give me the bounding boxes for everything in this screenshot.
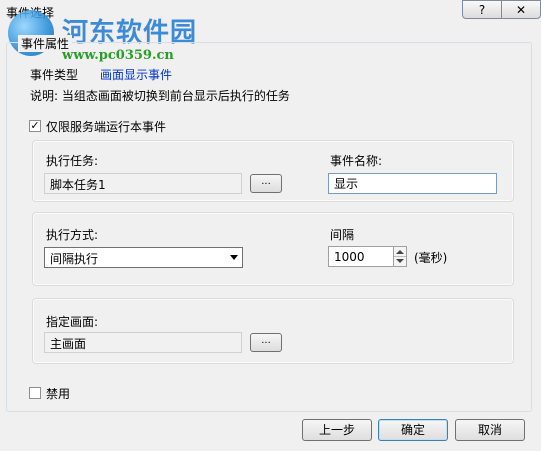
task-browse-button[interactable]: ...	[250, 174, 282, 193]
event-type-value: 画面显示事件	[100, 68, 173, 82]
close-icon: ✕	[515, 2, 527, 17]
group-title: 事件属性	[18, 35, 73, 52]
task-field: 脚本任务1	[44, 173, 242, 194]
interval-spinner[interactable]	[393, 246, 407, 267]
title-bar: 事件选择 ? ✕	[0, 0, 541, 24]
screen-label: 指定画面:	[46, 315, 99, 329]
mode-selected-value: 间隔执行	[50, 252, 99, 266]
disable-label: 禁用	[46, 387, 71, 401]
cancel-button[interactable]: 取消	[455, 419, 525, 441]
mode-label: 执行方式:	[46, 228, 99, 242]
ok-button[interactable]: 确定	[378, 419, 448, 441]
event-name-label: 事件名称:	[330, 154, 383, 168]
event-description: 说明: 当组态画面被切换到前台显示后执行的任务	[30, 89, 290, 103]
screen-browse-button[interactable]: ...	[250, 333, 282, 352]
mode-select[interactable]: 间隔执行	[44, 247, 243, 268]
interval-input[interactable]	[328, 246, 394, 267]
triangle-down-icon	[396, 259, 404, 263]
screen-panel	[32, 298, 514, 364]
spin-down-button[interactable]	[394, 257, 406, 266]
window-title: 事件选择	[6, 6, 55, 20]
disable-checkbox[interactable]	[29, 387, 41, 399]
screen-field: 主画面	[44, 332, 242, 353]
prev-button[interactable]: 上一步	[302, 419, 372, 441]
server-only-label: 仅限服务端运行本事件	[46, 120, 167, 134]
triangle-up-icon	[396, 250, 404, 254]
server-only-checkbox[interactable]: ✓	[29, 120, 41, 132]
spin-up-button[interactable]	[394, 247, 406, 257]
interval-label: 间隔	[330, 228, 355, 242]
chevron-down-icon	[230, 255, 238, 260]
help-button[interactable]: ?	[462, 0, 502, 19]
event-type-label: 事件类型	[30, 68, 79, 82]
help-icon: ?	[478, 2, 486, 17]
checkmark-icon: ✓	[30, 119, 40, 132]
interval-unit: (毫秒)	[414, 251, 448, 265]
task-label: 执行任务:	[46, 154, 99, 168]
close-button[interactable]: ✕	[501, 0, 541, 19]
event-name-input[interactable]	[328, 173, 497, 194]
